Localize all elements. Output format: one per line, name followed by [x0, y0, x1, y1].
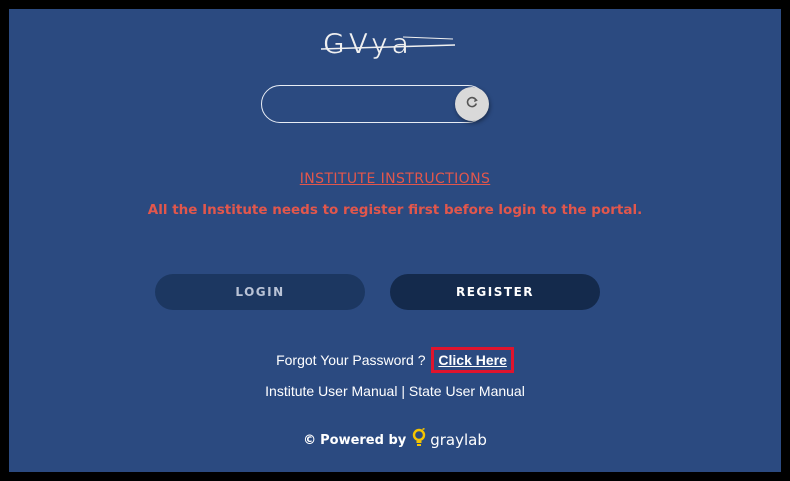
login-panel: GVya INSTITUTE INSTRUCTIONS All the Inst… — [9, 9, 781, 472]
captcha-input[interactable] — [261, 85, 487, 123]
register-button[interactable]: REGISTER — [390, 274, 600, 310]
copyright-symbol: © — [303, 432, 317, 448]
state-user-manual-link[interactable]: State User Manual — [409, 383, 525, 399]
highlight-box: Click Here — [431, 347, 514, 373]
captcha-refresh-button[interactable] — [455, 87, 489, 121]
forgot-password-link[interactable]: Click Here — [438, 352, 506, 368]
institute-user-manual-link[interactable]: Institute User Manual — [265, 383, 397, 399]
captcha-text: GVya — [323, 27, 413, 60]
instructions-heading: INSTITUTE INSTRUCTIONS — [299, 171, 491, 187]
captcha-image: GVya — [313, 23, 463, 63]
refresh-icon — [465, 95, 479, 114]
register-button-label: REGISTER — [455, 285, 535, 299]
graylab-logo-text[interactable]: graylab — [430, 431, 487, 449]
manual-separator: | — [401, 383, 405, 399]
instructions-text: All the Institute needs to register firs… — [147, 202, 643, 218]
bulb-icon — [412, 427, 426, 452]
login-button[interactable]: LOGIN — [155, 274, 365, 310]
manuals-row: Institute User Manual | State User Manua… — [9, 383, 781, 399]
login-button-label: LOGIN — [235, 285, 285, 299]
powered-by-text: Powered by — [320, 432, 407, 448]
forgot-password-row: Forgot Your Password ? Click Here — [9, 347, 781, 373]
powered-by-footer: © Powered by graylab — [9, 427, 781, 452]
forgot-password-prompt: Forgot Your Password ? — [276, 352, 426, 368]
screen-frame: GVya INSTITUTE INSTRUCTIONS All the Inst… — [0, 0, 790, 481]
captcha-field — [261, 83, 497, 127]
